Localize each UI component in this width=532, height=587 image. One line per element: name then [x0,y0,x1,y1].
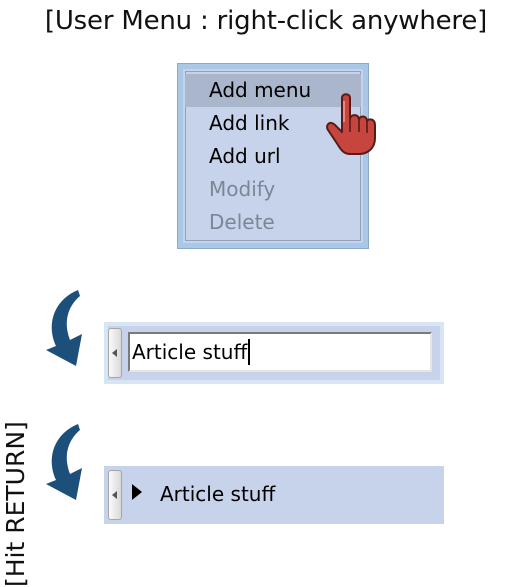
menu-item-delete[interactable]: Delete [185,206,361,239]
curved-down-arrow-icon [46,290,82,366]
item-name-input[interactable]: Article stuff [128,332,432,372]
expand-triangle-icon[interactable] [132,484,142,500]
tree-row-editing: Article stuff [104,322,444,384]
scroll-left-arrow-icon [112,491,117,499]
menu-item-modify[interactable]: Modify [185,173,361,206]
hand-pointer-icon [326,93,376,155]
text-caret [248,339,251,365]
curved-down-arrow-icon [46,424,82,500]
row-handle[interactable] [108,328,122,378]
input-text: Article stuff [132,340,248,364]
hit-return-caption: [Hit RETURN] [1,421,30,587]
tree-item-label[interactable]: Article stuff [160,480,275,508]
row-handle[interactable] [108,470,122,520]
scroll-left-arrow-icon [112,349,117,357]
instruction-caption: [User Menu : right-click anywhere] [44,6,488,36]
tree-row-created[interactable]: Article stuff [104,466,444,524]
